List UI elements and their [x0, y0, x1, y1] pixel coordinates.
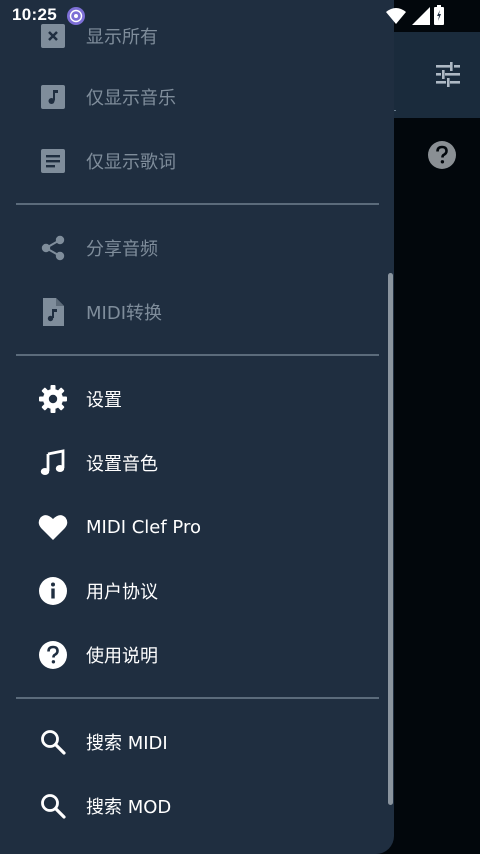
navigation-drawer: 显示所有 仅显示音乐 仅显示歌词 分享音频 MIDI转换 设置 设置音色 MID…	[0, 0, 394, 854]
drawer-item-show-music-only[interactable]: 仅显示音乐	[0, 67, 394, 127]
music-file-icon	[38, 297, 68, 327]
drawer-item-label: MIDI Clef Pro	[86, 516, 201, 538]
drawer-item-instructions[interactable]: 使用说明	[0, 625, 394, 685]
status-time: 10:25	[12, 5, 57, 24]
drawer-item-label: 搜索 MIDI	[86, 733, 168, 754]
battery-icon	[434, 5, 444, 25]
drawer-item-midi-clef-pro[interactable]: MIDI Clef Pro	[0, 497, 394, 557]
lyrics-doc-icon	[38, 146, 68, 176]
drawer-item-label: 用户协议	[86, 582, 158, 603]
tune-icon[interactable]	[434, 60, 462, 88]
info-icon	[38, 576, 68, 606]
drawer-item-label: 仅显示歌词	[86, 152, 176, 173]
status-bar: 10:25	[0, 0, 480, 32]
drawer-item-label: MIDI转换	[86, 303, 163, 324]
drawer-item-search-mod[interactable]: 搜索 MOD	[0, 776, 394, 836]
drawer-item-label: 设置音色	[86, 454, 158, 475]
gear-icon	[38, 384, 68, 414]
drawer-item-share-audio[interactable]: 分享音频	[0, 218, 394, 278]
search-icon	[38, 727, 68, 757]
drawer-item-midi-convert[interactable]: MIDI转换	[0, 282, 394, 342]
share-icon	[38, 233, 68, 263]
drawer-item-search-midi[interactable]: 搜索 MIDI	[0, 712, 394, 772]
signal-icon	[412, 7, 430, 25]
help-icon	[38, 640, 68, 670]
drawer-item-label: 搜索 MOD	[86, 797, 172, 818]
heart-icon	[38, 512, 68, 542]
help-icon[interactable]	[427, 140, 457, 170]
drawer-scrollbar[interactable]	[388, 273, 393, 805]
drawer-item-settings[interactable]: 设置	[0, 369, 394, 429]
wifi-icon	[386, 8, 406, 24]
divider	[16, 354, 379, 356]
music-note-box-icon	[38, 82, 68, 112]
notification-radio-icon	[67, 7, 85, 25]
divider	[16, 697, 379, 699]
drawer-item-label: 仅显示音乐	[86, 88, 176, 109]
music-note-icon	[38, 448, 68, 478]
drawer-item-set-timbre[interactable]: 设置音色	[0, 433, 394, 493]
search-icon	[38, 791, 68, 821]
drawer-item-label: 分享音频	[86, 239, 158, 260]
drawer-item-show-lyrics-only[interactable]: 仅显示歌词	[0, 131, 394, 191]
drawer-item-label: 设置	[86, 390, 122, 411]
drawer-item-label: 使用说明	[86, 646, 158, 667]
drawer-item-user-agreement[interactable]: 用户协议	[0, 561, 394, 621]
divider	[16, 203, 379, 205]
